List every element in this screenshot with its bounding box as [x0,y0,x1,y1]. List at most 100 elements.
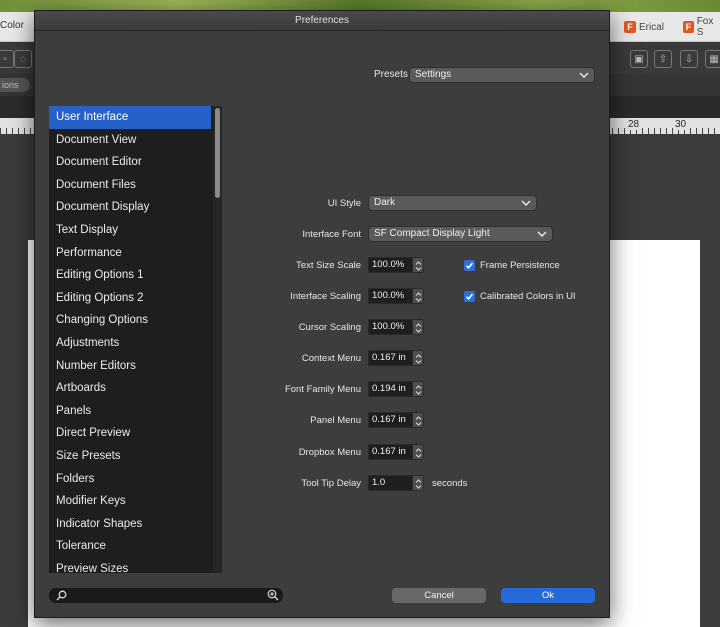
ok-button[interactable]: Ok [501,588,595,603]
stepper-arrows-icon[interactable] [413,257,424,273]
sidebar-item-indicator-shapes[interactable]: Indicator Shapes [49,513,211,536]
sidebar-item-editing-options-1[interactable]: Editing Options 1 [49,264,211,287]
sidebar-scrollbar-thumb[interactable] [215,108,220,198]
sidebar-item-folders[interactable]: Folders [49,468,211,491]
ui-style-label: UI Style [327,198,361,209]
toolbar-tool-icon[interactable]: ▦ [705,50,720,68]
sidebar-item-changing-options[interactable]: Changing Options [49,309,211,332]
sidebar-item-size-presets[interactable]: Size Presets [49,445,211,468]
interface-font-select[interactable]: SF Compact Display Light [368,226,553,242]
sidebar-item-direct-preview[interactable]: Direct Preview [49,422,211,445]
frame-persistence-checkbox[interactable] [464,260,475,271]
text-size-scale-stepper[interactable]: 100.0% [368,257,424,273]
ruler-number: 30 [674,119,688,130]
ruler-number: 28 [627,119,641,130]
sidebar-item-document-editor[interactable]: Document Editor [49,151,211,174]
sidebar-item-text-display[interactable]: Text Display [49,219,211,242]
presets-value: Settings [415,69,452,80]
stepper-arrows-icon[interactable] [413,381,424,397]
toolbar-tool-icon[interactable]: ▣ [630,50,648,68]
tool-tip-delay-stepper[interactable]: 1.0 [368,475,424,491]
stepper-arrows-icon[interactable] [413,288,424,304]
interface-scaling-label: Interface Scaling [290,291,361,302]
text-size-scale-label: Text Size Scale [296,260,361,271]
sidebar-item-user-interface[interactable]: User Interface [49,106,211,129]
sidebar-item-document-files[interactable]: Document Files [49,174,211,197]
checkmark-icon [465,293,474,300]
sidebar-item-preview-sizes[interactable]: Preview Sizes [49,558,211,573]
font-family-menu-label: Font Family Menu [284,384,361,395]
tab-favicon-icon: F [624,21,636,33]
stepper-arrows-icon[interactable] [413,475,424,491]
panel-menu-input[interactable]: 0.167 in [368,412,413,428]
checkmark-icon [465,262,474,269]
interface-scaling-input[interactable]: 100.0% [368,288,413,304]
tab-label: Erical [639,21,665,33]
sidebar-item-performance[interactable]: Performance [49,242,211,265]
sidebar-item-document-display[interactable]: Document Display [49,196,211,219]
tab-label: Fox S [696,16,714,38]
context-menu-stepper[interactable]: 0.167 in [368,350,424,366]
background-color-label: Color [0,20,24,31]
toolbar-tool-icon[interactable]: ◌ [14,50,32,68]
sidebar-item-adjustments[interactable]: Adjustments [49,332,211,355]
calibrated-colors-checkbox-row[interactable]: Calibrated Colors in UI [464,291,576,302]
ui-style-value: Dark [374,197,396,208]
preferences-search-field[interactable] [49,588,283,603]
chevron-down-icon [521,200,531,207]
sidebar-item-number-editors[interactable]: Number Editors [49,355,211,378]
sidebar-item-editing-options-2[interactable]: Editing Options 2 [49,287,211,310]
upload-icon[interactable]: ⇧ [654,50,672,68]
font-family-menu-stepper[interactable]: 0.194 in [368,381,424,397]
tool-tip-delay-unit: seconds [432,478,468,489]
background-options-button[interactable]: ions [0,78,30,92]
background-tab-1[interactable]: F Erical [624,18,664,36]
stepper-arrows-icon[interactable] [413,350,424,366]
sidebar-item-document-view[interactable]: Document View [49,129,211,152]
presets-select[interactable]: Settings [409,67,595,83]
interface-font-label: Interface Font [302,229,361,240]
ui-style-select[interactable]: Dark [368,195,537,211]
tool-tip-delay-label: Tool Tip Delay [301,478,361,489]
cursor-scaling-stepper[interactable]: 100.0% [368,319,424,335]
sidebar-item-tolerance[interactable]: Tolerance [49,535,211,558]
cancel-button[interactable]: Cancel [392,588,486,603]
frame-persistence-label: Frame Persistence [480,260,560,271]
search-icon [56,590,67,601]
background-tab-2[interactable]: F Fox S [683,16,720,38]
interface-font-value: SF Compact Display Light [374,228,490,239]
tab-favicon-icon: F [683,21,694,33]
sidebar-item-modifier-keys[interactable]: Modifier Keys [49,490,211,513]
cursor-scaling-input[interactable]: 100.0% [368,319,413,335]
frame-persistence-checkbox-row[interactable]: Frame Persistence [464,260,560,271]
panel-menu-label: Panel Menu [310,415,361,426]
zoom-in-icon[interactable] [267,589,279,601]
sidebar-scrollbar[interactable] [213,106,222,573]
sidebar-item-panels[interactable]: Panels [49,400,211,423]
text-size-scale-input[interactable]: 100.0% [368,257,413,273]
calibrated-colors-label: Calibrated Colors in UI [480,291,576,302]
presets-label: Presets [374,69,408,80]
panel-menu-stepper[interactable]: 0.167 in [368,412,424,428]
context-menu-input[interactable]: 0.167 in [368,350,413,366]
tool-tip-delay-input[interactable]: 1.0 [368,475,413,491]
stepper-arrows-icon[interactable] [413,319,424,335]
calibrated-colors-checkbox[interactable] [464,291,475,302]
chevron-down-icon [579,72,589,79]
dropbox-menu-label: Dropbox Menu [298,447,361,458]
download-icon[interactable]: ⇩ [680,50,698,68]
stepper-arrows-icon[interactable] [413,412,424,428]
context-menu-label: Context Menu [301,353,361,364]
interface-scaling-stepper[interactable]: 100.0% [368,288,424,304]
preferences-dialog: Preferences Presets Settings User Interf… [34,10,610,618]
dropbox-menu-input[interactable]: 0.167 in [368,444,413,460]
cursor-scaling-label: Cursor Scaling [298,322,361,333]
chevron-down-icon [537,231,547,238]
font-family-menu-input[interactable]: 0.194 in [368,381,413,397]
stepper-arrows-icon[interactable] [413,444,424,460]
toolbar-tool-icon[interactable]: ▫ [0,50,14,68]
dialog-title: Preferences [35,11,609,31]
preferences-category-list[interactable]: User Interface Document View Document Edit… [49,106,222,573]
sidebar-item-artboards[interactable]: Artboards [49,377,211,400]
dropbox-menu-stepper[interactable]: 0.167 in [368,444,424,460]
